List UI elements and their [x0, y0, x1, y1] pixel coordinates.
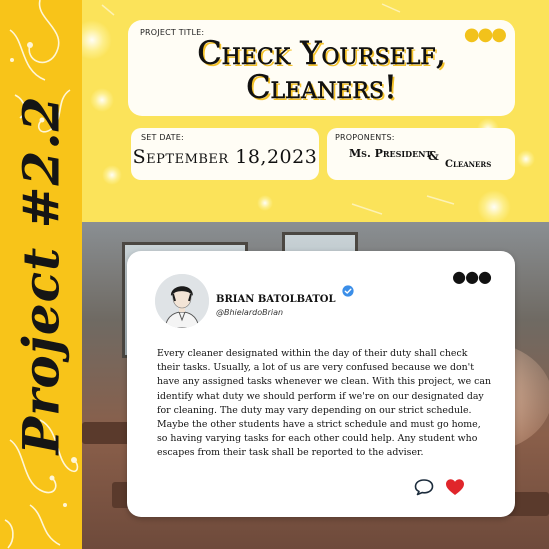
- author-handle[interactable]: @BhielardoBrian: [216, 308, 283, 317]
- author-name[interactable]: BRIAN BATOLBATOL: [216, 294, 336, 305]
- set-date-value: September 18,2023: [132, 146, 318, 168]
- post-body: Every cleaner designated within the day …: [157, 348, 492, 459]
- project-title-line-2: Cleaners!: [246, 68, 397, 106]
- set-date-card: SET DATE: September 18,2023: [131, 128, 319, 180]
- post-card: BRIAN BATOLBATOL @BhielardoBrian ●●● Eve…: [127, 251, 515, 517]
- proponents-label: PROPONENTS:: [335, 133, 395, 142]
- set-date-label: SET DATE:: [141, 133, 184, 142]
- left-banner: Project #2.2: [0, 0, 82, 549]
- proponent-2: Cleaners: [445, 159, 492, 170]
- proponent-ampersand: &: [428, 149, 439, 163]
- verified-icon: [342, 285, 354, 297]
- project-title: Check Yourself, Cleaners!: [128, 34, 515, 106]
- poster: Project #2.2 PROJECT TITLE: ●●● Check Yo…: [0, 0, 549, 549]
- proponent-1: Ms. President: [349, 147, 432, 160]
- project-title-card: PROJECT TITLE: ●●● Check Yourself, Clean…: [128, 20, 515, 116]
- heart-icon[interactable]: [445, 478, 465, 496]
- comment-icon[interactable]: [414, 478, 434, 496]
- avatar: [155, 274, 209, 328]
- project-number-title: Project #2.2: [11, 95, 71, 455]
- project-title-line-1: Check Yourself,: [197, 34, 446, 72]
- more-options-icon[interactable]: ●●●: [452, 267, 492, 286]
- proponents-card: PROPONENTS: Ms. President & Cleaners: [327, 128, 515, 180]
